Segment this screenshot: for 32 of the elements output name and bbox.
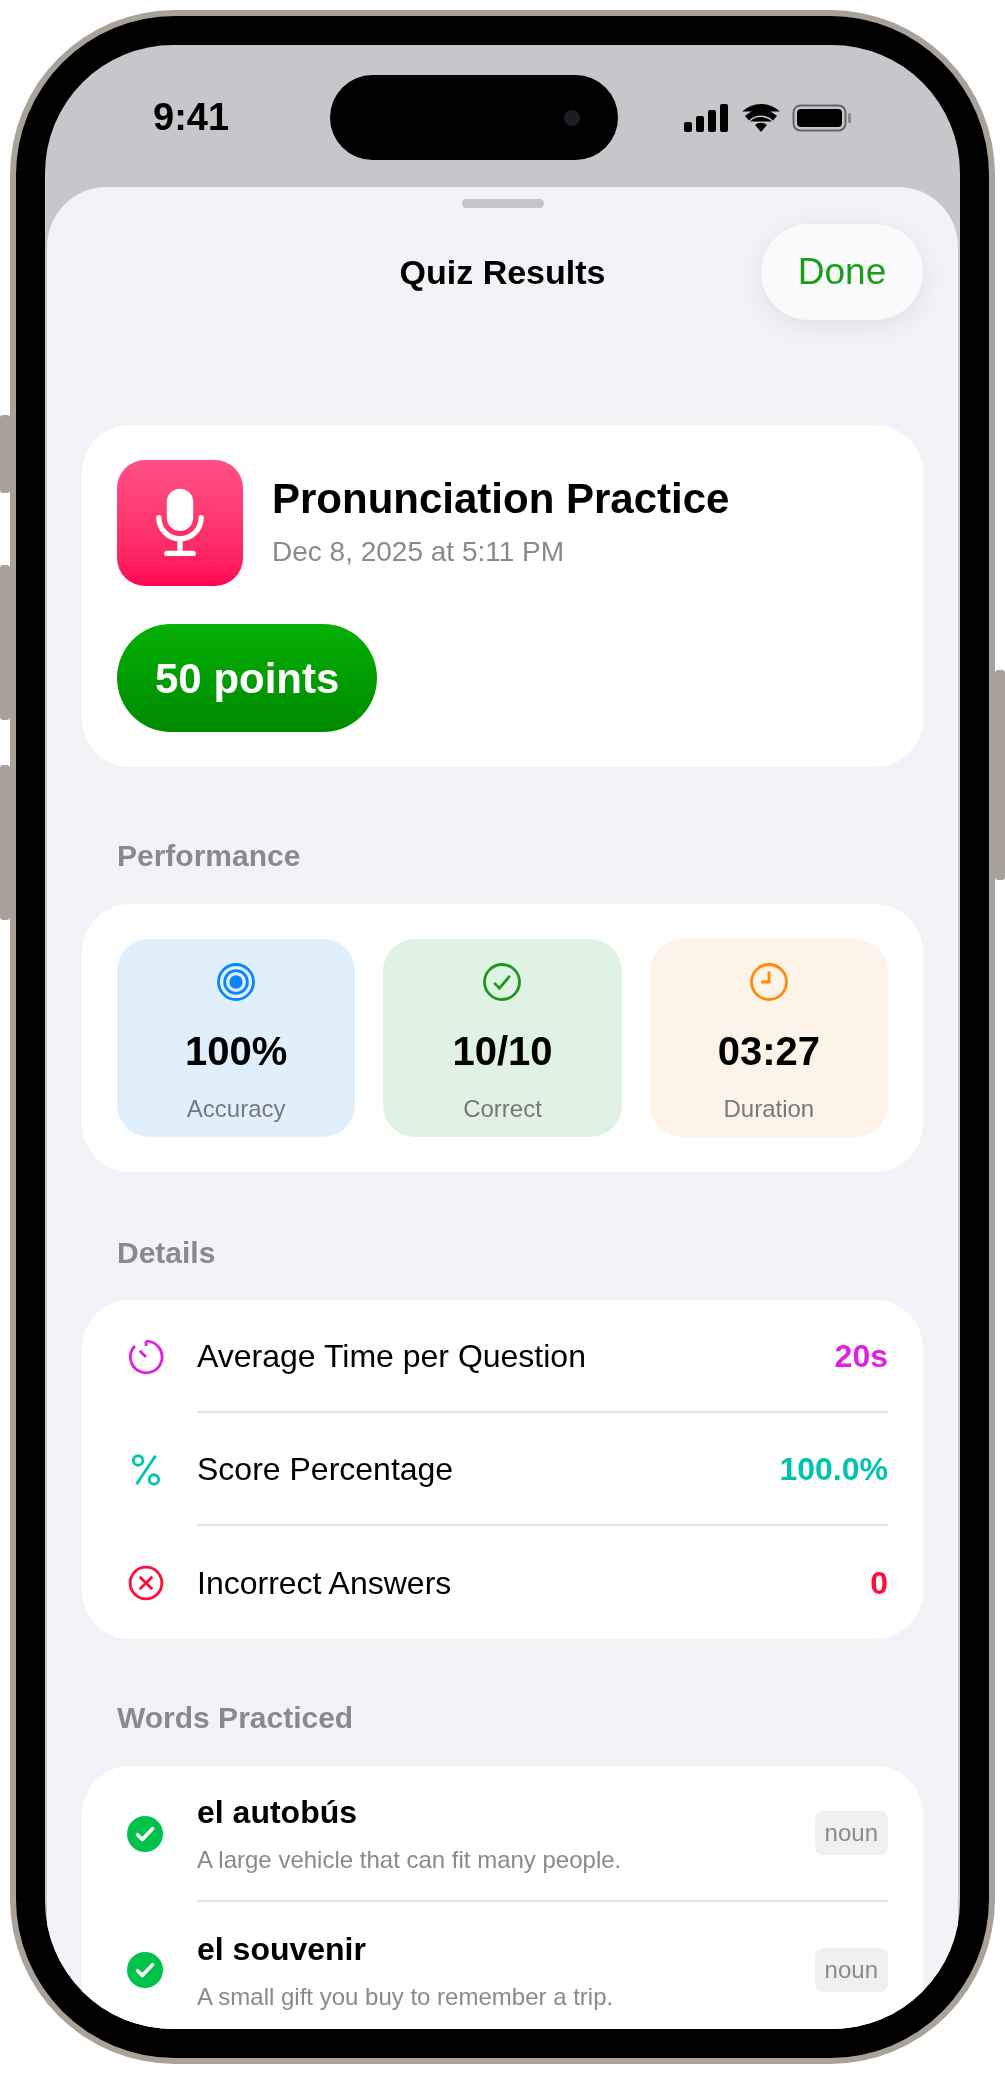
detail-label: Incorrect Answers [197,1563,452,1603]
detail-value: 0 [870,1563,888,1603]
detail-value: 100.0% [779,1449,888,1489]
stat-label: Accuracy [186,1094,286,1124]
word-definition: A small gift you buy to remember a trip. [197,1982,614,2012]
quiz-title: Pronunciation Practice [272,473,730,524]
detail-label: Score Percentage [197,1449,454,1489]
part-of-speech-tag: noun [814,1948,888,1992]
stat-label: Correct [463,1094,542,1124]
word-definition: A large vehicle that can fit many people. [197,1845,622,1875]
battery-icon [792,103,852,132]
sheet-grabber[interactable] [461,199,544,208]
detail-value: 20s [834,1336,888,1376]
word-text: el souvenir [197,1930,367,1969]
stat-value: 10/10 [452,1028,553,1075]
section-header: Performance [117,838,302,874]
done-button[interactable]: Done [761,224,923,320]
status-time: 9:41 [153,95,231,140]
stat-label: Duration [723,1094,815,1124]
sheet-title: Quiz Results [399,251,606,293]
wifi-icon [742,103,780,132]
section-header: Words Practiced [117,1700,355,1736]
detail-label: Average Time per Question [197,1336,586,1376]
points-badge: 50 points [117,624,378,732]
part-of-speech-tag: noun [814,1811,888,1855]
word-text: el autobús [197,1793,358,1832]
stat-value: 03:27 [717,1028,820,1075]
signal-icon [684,103,730,132]
section-header: Details [117,1235,217,1271]
stat-value: 100% [185,1028,288,1075]
microphone-app-icon [117,460,243,586]
quiz-date: Dec 8, 2025 at 5:11 PM [272,535,566,570]
